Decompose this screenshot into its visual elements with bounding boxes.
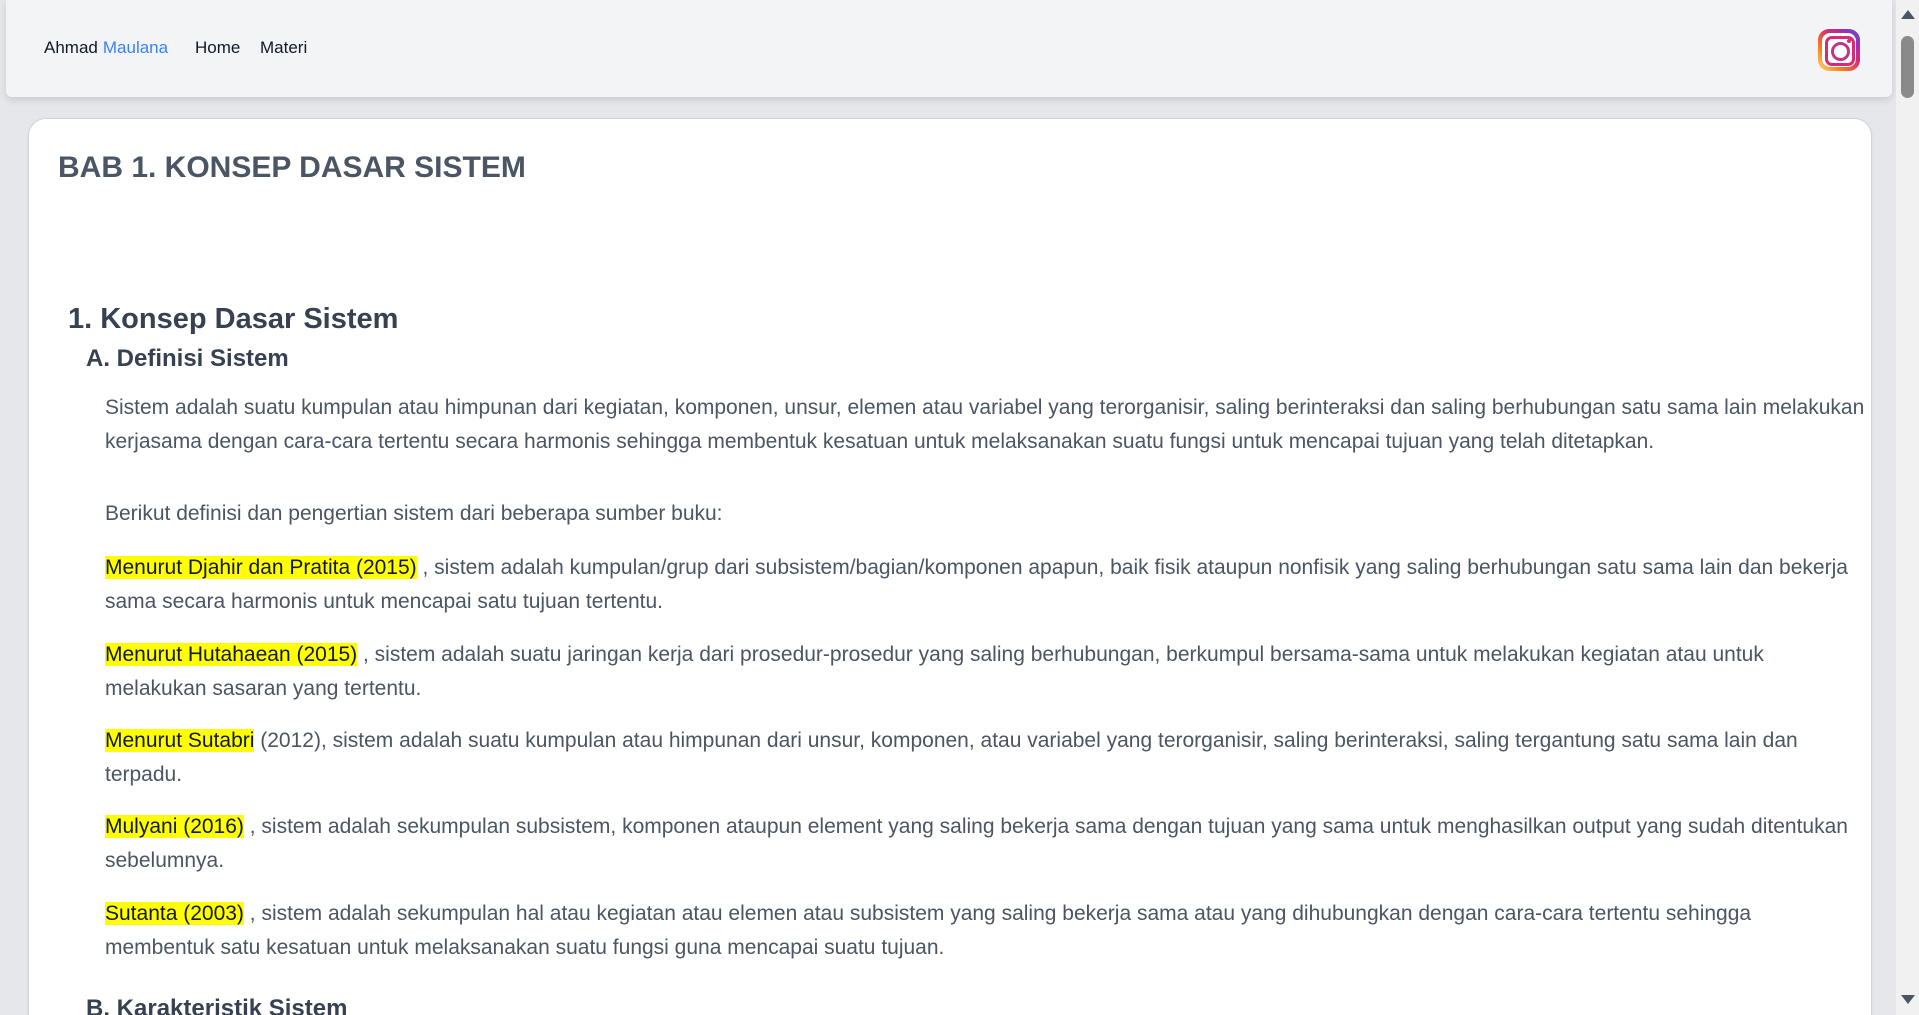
definition-item: Sutanta (2003) , sistem adalah sekumpula… [105,897,1865,965]
section-title: 1. Konsep Dasar Sistem [68,303,399,335]
nav-materi-link[interactable]: Materi [260,38,307,58]
highlighted-source: Menurut Djahir dan Pratita (2015) [105,556,417,579]
intro-paragraph: Berikut definisi dan pengertian sistem d… [105,502,723,525]
highlighted-source: Mulyani (2016) [105,815,244,838]
navbar: Ahmad Maulana Home Materi [6,0,1892,97]
brand-first-name: Ahmad [44,38,98,57]
highlighted-source: Menurut Hutahaean (2015) [105,643,358,666]
page: Ahmad Maulana Home Materi BAB 1. KONSEP D… [0,0,1896,1015]
definition-item: Mulyani (2016) , sistem adalah sekumpula… [105,810,1865,878]
definition-text: , sistem adalah sekumpulan hal atau kegi… [105,902,1752,959]
definition-item: Menurut Djahir dan Pratita (2015) , sist… [105,551,1865,619]
definition-paragraph: Sistem adalah suatu kumpulan atau himpun… [105,396,1865,453]
nav-home-link[interactable]: Home [195,38,240,58]
highlighted-source: Menurut Sutabri [105,729,255,752]
instagram-icon-lens [1831,42,1850,61]
highlighted-source: Sutanta (2003) [105,902,244,925]
vertical-scrollbar[interactable] [1896,0,1919,1015]
definition-item: Menurut Hutahaean (2015) , sistem adalah… [105,638,1865,706]
brand-link[interactable]: Ahmad Maulana [44,38,168,58]
content-card: BAB 1. KONSEP DASAR SISTEM 1. Konsep Das… [28,118,1872,1015]
instagram-icon-dot [1847,39,1851,43]
scroll-down-arrow-icon[interactable] [1901,995,1915,1004]
page-title: BAB 1. KONSEP DASAR SISTEM [58,151,526,184]
instagram-icon[interactable] [1818,29,1860,71]
definition-text: (2012), sistem adalah suatu kumpulan ata… [105,729,1798,786]
scroll-up-arrow-icon[interactable] [1901,10,1915,19]
subsection-title-karakteristik: B. Karakteristik Sistem [86,995,348,1015]
subsection-title-definisi: A. Definisi Sistem [86,345,289,372]
scrollbar-thumb[interactable] [1901,36,1914,98]
brand-last-name: Maulana [102,38,169,57]
instagram-icon-frame [1822,33,1856,67]
definition-item: Menurut Sutabri (2012), sistem adalah su… [105,724,1865,792]
definition-text: , sistem adalah sekumpulan subsistem, ko… [105,815,1848,872]
